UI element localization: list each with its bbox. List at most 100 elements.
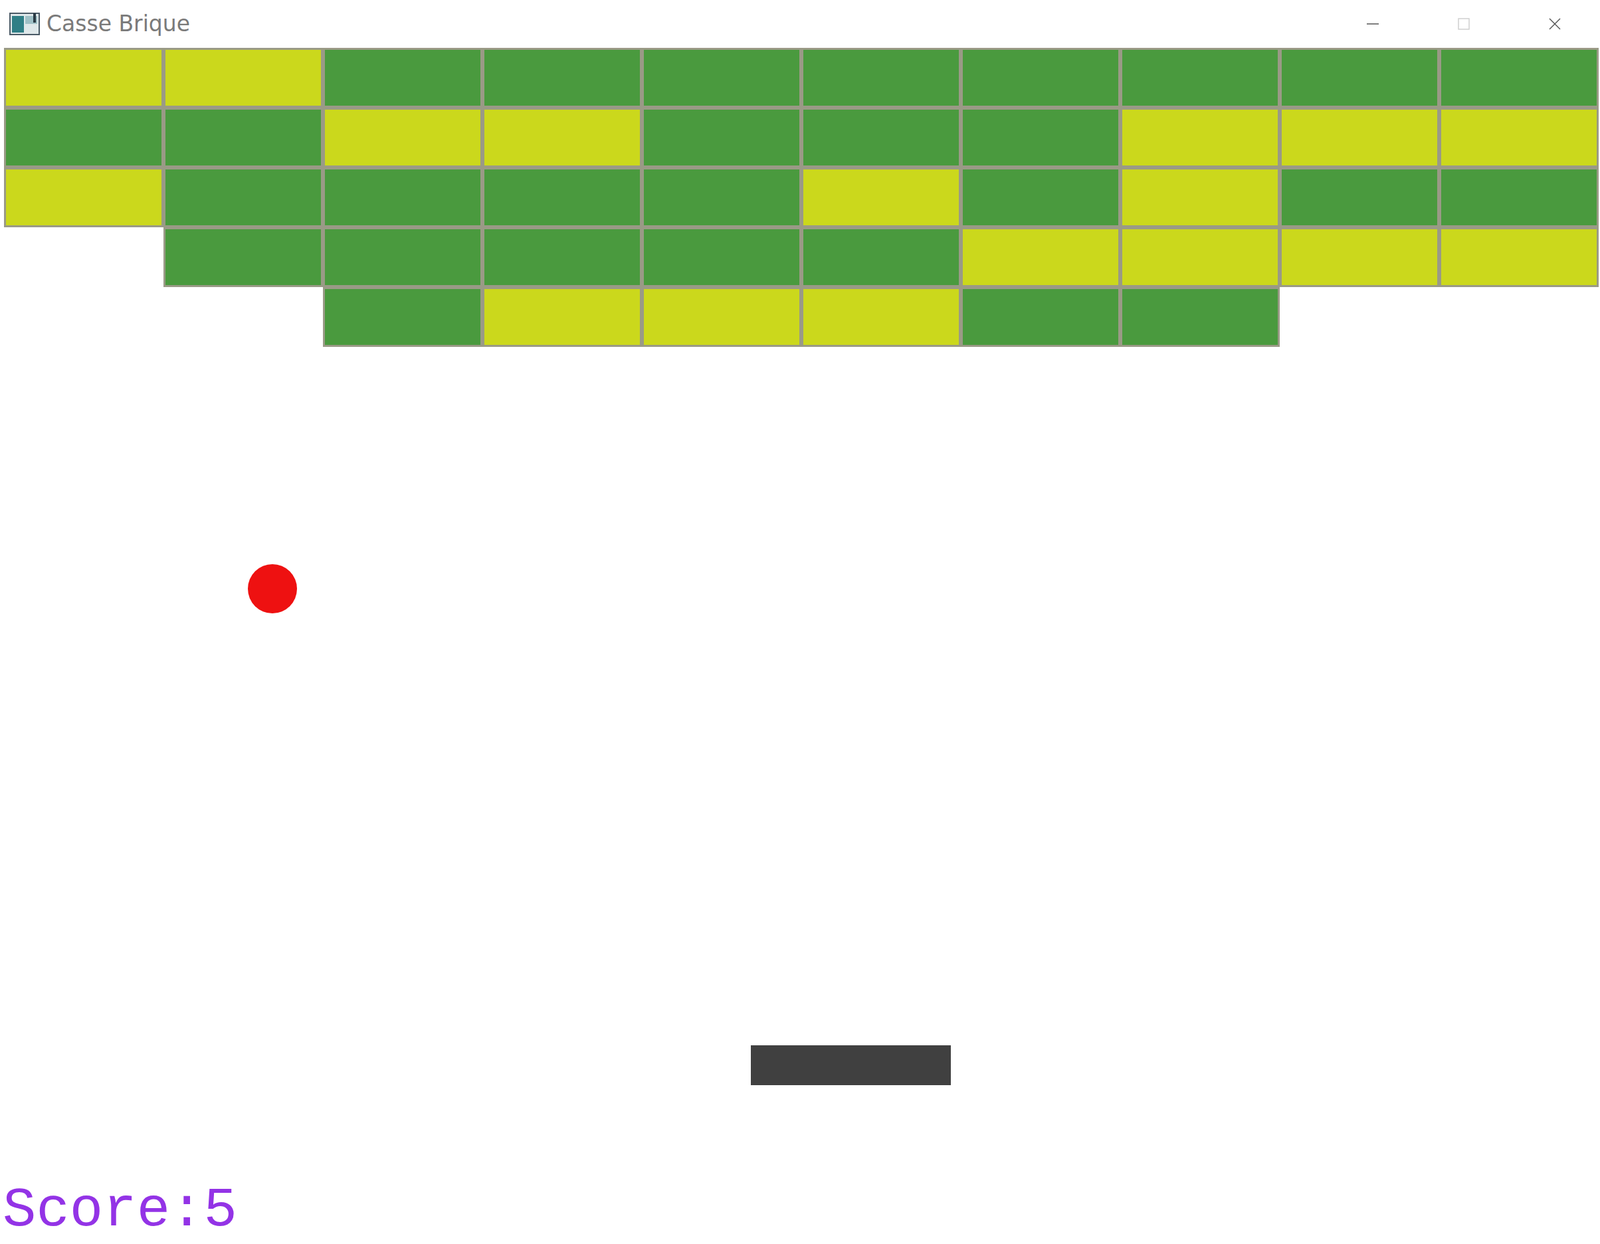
brick-fill	[1281, 109, 1438, 166]
brick	[322, 167, 483, 228]
brick	[960, 107, 1121, 168]
brick	[322, 107, 483, 168]
brick	[482, 167, 642, 228]
brick	[641, 167, 802, 228]
brick	[1279, 227, 1440, 288]
brick-fill	[643, 229, 800, 286]
brick	[1439, 47, 1599, 108]
brick	[482, 227, 642, 288]
brick	[1279, 107, 1440, 168]
game-field[interactable]: Score:5	[0, 47, 1600, 1244]
brick-fill	[1122, 169, 1278, 226]
brick-gap	[3, 287, 164, 347]
brick	[801, 287, 961, 347]
brick	[1120, 167, 1280, 228]
brick	[3, 107, 164, 168]
brick-fill	[643, 109, 800, 166]
brick-fill	[962, 229, 1119, 286]
brick	[482, 287, 642, 347]
score-label: Score:5	[2, 1182, 238, 1239]
close-button[interactable]	[1508, 0, 1600, 48]
brick-fill	[803, 169, 959, 226]
brick	[322, 227, 483, 288]
brick	[960, 167, 1121, 228]
brick-fill	[643, 289, 800, 345]
brick-fill	[324, 289, 481, 345]
minimize-button[interactable]	[1326, 0, 1418, 48]
brick	[801, 167, 961, 228]
maximize-button	[1417, 0, 1509, 48]
brick-fill	[5, 49, 162, 106]
brick	[1120, 107, 1280, 168]
brick	[322, 47, 483, 108]
brick	[482, 47, 642, 108]
brick-fill	[324, 109, 481, 166]
brick-fill	[5, 169, 162, 226]
brick	[3, 167, 164, 228]
brick-fill	[1122, 229, 1278, 286]
brick	[641, 107, 802, 168]
brick	[1439, 107, 1599, 168]
brick-fill	[165, 169, 321, 226]
brick	[3, 47, 164, 108]
brick	[960, 227, 1121, 288]
brick-fill	[484, 289, 640, 345]
brick-fill	[484, 49, 640, 106]
close-icon	[1546, 15, 1563, 32]
brick-fill	[1441, 229, 1597, 286]
brick-fill	[962, 49, 1119, 106]
brick-gap	[1439, 287, 1599, 347]
brick-fill	[165, 49, 321, 106]
brick-fill	[165, 109, 321, 166]
brick-fill	[1122, 109, 1278, 166]
brick	[1439, 167, 1599, 228]
brick-fill	[484, 169, 640, 226]
brick-fill	[1122, 49, 1278, 106]
brick-wall	[3, 47, 1600, 347]
brick-fill	[962, 109, 1119, 166]
ball	[247, 564, 298, 614]
brick	[801, 47, 961, 108]
brick-fill	[803, 229, 959, 286]
brick-fill	[643, 49, 800, 106]
brick-fill	[803, 49, 959, 106]
window-title: Casse Brique	[46, 7, 191, 41]
brick-fill	[324, 169, 481, 226]
brick-gap	[3, 227, 164, 288]
brick	[482, 107, 642, 168]
brick-gap	[163, 287, 323, 347]
brick-fill	[803, 289, 959, 345]
minimize-icon	[1364, 15, 1381, 32]
brick	[960, 287, 1121, 347]
brick	[322, 287, 483, 347]
brick	[801, 227, 961, 288]
brick-fill	[324, 49, 481, 106]
brick	[641, 227, 802, 288]
brick	[1279, 47, 1440, 108]
brick	[1120, 47, 1280, 108]
brick	[163, 227, 323, 288]
brick-fill	[962, 289, 1119, 345]
maximize-icon	[1455, 15, 1472, 32]
brick-fill	[1441, 109, 1597, 166]
brick-fill	[484, 109, 640, 166]
app-icon	[9, 10, 42, 38]
brick-fill	[324, 229, 481, 286]
title-bar: Casse Brique	[0, 0, 1600, 48]
brick-fill	[1122, 289, 1278, 345]
brick-fill	[1441, 169, 1597, 226]
brick-fill	[484, 229, 640, 286]
brick-gap	[1279, 287, 1440, 347]
brick	[1279, 167, 1440, 228]
brick	[1120, 227, 1280, 288]
brick	[163, 167, 323, 228]
brick-fill	[1441, 49, 1597, 106]
brick	[801, 107, 961, 168]
brick	[163, 107, 323, 168]
brick	[960, 47, 1121, 108]
brick-fill	[5, 109, 162, 166]
brick-fill	[1281, 49, 1438, 106]
paddle[interactable]	[750, 1045, 951, 1086]
brick	[641, 47, 802, 108]
brick	[163, 47, 323, 108]
